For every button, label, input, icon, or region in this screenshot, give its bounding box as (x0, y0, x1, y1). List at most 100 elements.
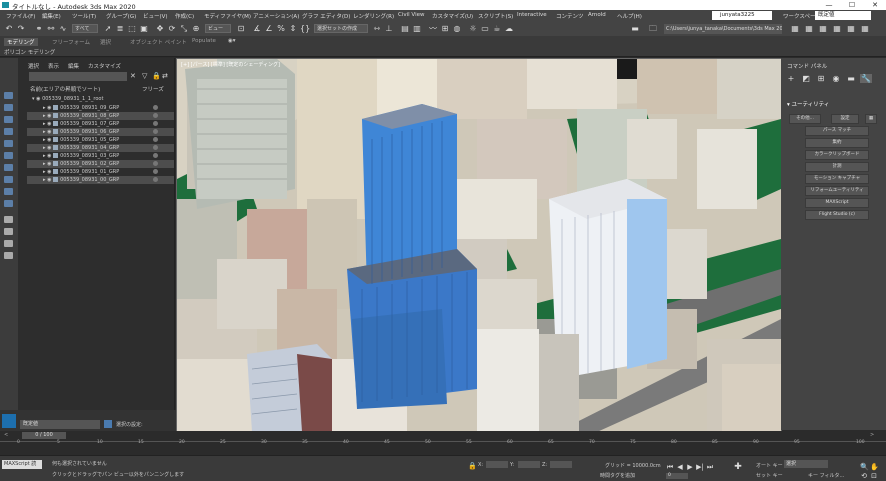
menu-edit[interactable]: 編集(E) (42, 12, 61, 20)
display-helpers-icon[interactable] (4, 152, 13, 159)
collapse-button[interactable]: 集約 (805, 138, 869, 148)
user-account-button[interactable]: junyata3225 (712, 11, 772, 20)
material-editor-icon[interactable]: ◍ (452, 24, 462, 34)
key-mode-dropdown[interactable]: 選択 (784, 460, 828, 468)
pivot-icon[interactable]: ⊡ (236, 24, 246, 34)
select-region-icon[interactable]: ⬚ (127, 24, 137, 34)
schematic-icon[interactable]: ⊞ (440, 24, 450, 34)
isolate-icon[interactable]: 🔒 (468, 462, 477, 470)
project-path[interactable]: C:\Users\junya_tanaka\Documents\3ds Max … (664, 24, 782, 34)
display-lights-icon[interactable] (4, 128, 13, 135)
tree-row[interactable]: ▸ ◉ 005339_08931_04_GRP (27, 144, 174, 152)
display-cameras-icon[interactable] (4, 140, 13, 147)
layer-toggle-icon[interactable] (104, 420, 112, 428)
ws-icon-1[interactable]: ▦ (790, 24, 800, 34)
ribbon-tab-object-paint[interactable]: オブジェクト ペイント (130, 38, 187, 46)
tree-row[interactable]: ▸ ◉ 005339_08931_06_GRP (27, 128, 174, 136)
snap-angle-icon[interactable]: ∠ (264, 24, 274, 34)
measure-button[interactable]: 計測 (805, 162, 869, 172)
display-geometry-icon[interactable] (4, 104, 13, 111)
next-frame-icon[interactable]: ▶| (696, 463, 704, 471)
display-bones-icon[interactable] (4, 200, 13, 207)
ribbon-tab-freeform[interactable]: フリーフォーム (52, 38, 90, 46)
menu-arnold[interactable]: Arnold (588, 12, 606, 18)
selection-filter-dropdown[interactable]: すべて (72, 24, 98, 33)
mirror-icon[interactable]: ⇿ (372, 24, 382, 34)
tree-row[interactable]: ▸ ◉ 005339_08931_01_GRP (27, 168, 174, 176)
menu-animation[interactable]: アニメーション(A) (253, 12, 299, 20)
tree-row[interactable]: ▸ ◉ 005339_08931_05_GRP (27, 136, 174, 144)
maxscript-button[interactable]: MAXScript (805, 198, 869, 208)
funnel-icon[interactable] (4, 240, 13, 247)
z-coordinate-field[interactable] (550, 461, 572, 468)
ws-icon-5[interactable]: ▦ (846, 24, 856, 34)
scale-icon[interactable]: ⤡ (179, 24, 189, 34)
redo-icon[interactable]: ↷ (16, 24, 26, 34)
explorer-toggle-icon[interactable]: ▽ (142, 72, 147, 80)
nav-maximize-icon[interactable]: ⊡ (870, 472, 878, 480)
sync-icon[interactable]: ⇄ (162, 72, 168, 80)
close-button[interactable]: ✕ (864, 0, 886, 10)
nav-pan-icon[interactable]: ✋ (870, 463, 879, 471)
menu-modifiers[interactable]: モディファイヤ(M) (204, 12, 251, 20)
time-slider[interactable]: 0 / 100 (22, 432, 66, 439)
minimize-button[interactable]: — (818, 0, 840, 10)
explorer-menu-edit[interactable]: 編集 (68, 62, 79, 70)
display-groups-icon[interactable] (4, 176, 13, 183)
menu-rendering[interactable]: レンダリング(R) (353, 12, 394, 20)
go-to-start-icon[interactable]: ⏮ (666, 463, 674, 471)
unlink-icon[interactable]: ⚯ (46, 24, 56, 34)
render-icon[interactable]: ☕ (492, 24, 502, 34)
menu-graph-editors[interactable]: グラフ エディタ(D) (302, 12, 350, 20)
nav-orbit-icon[interactable]: ⟲ (860, 472, 868, 480)
more-button[interactable]: その他... (789, 114, 821, 124)
rendered-frame-icon[interactable]: ▭ (480, 24, 490, 34)
options-icon[interactable] (4, 252, 13, 259)
motion-tab-icon[interactable]: ◉ (830, 74, 842, 83)
color-clipboard-button[interactable]: カラークリップボード (805, 150, 869, 160)
tree-row[interactable]: ▸ ◉ 005339_08931_09_GRP (27, 104, 174, 112)
rotate-icon[interactable]: ⟳ (167, 24, 177, 34)
undo-icon[interactable]: ↶ (4, 24, 14, 34)
maxscript-listener[interactable]: MAXScript 読 (2, 460, 42, 469)
menu-tools[interactable]: ツール(T) (72, 12, 96, 20)
display-tab-icon[interactable]: ▬ (845, 74, 857, 83)
placement-icon[interactable]: ⊕ (191, 24, 201, 34)
menu-interactive[interactable]: Interactive (517, 12, 547, 18)
tree-row[interactable]: ▸ ◉ 005339_08931_03_GRP (27, 152, 174, 160)
named-selection-set-dropdown[interactable]: 選択セットの作成 (314, 24, 368, 33)
column-name-header[interactable]: 名前(エリアの昇順でソート) (30, 85, 100, 93)
align-icon[interactable]: ⊥ (384, 24, 394, 34)
ws-icon-3[interactable]: ▦ (818, 24, 828, 34)
ribbon-options-icon[interactable]: ◉▾ (228, 38, 236, 44)
link-icon[interactable]: ⚭ (34, 24, 44, 34)
tree-root[interactable]: ▾ ◉ 005339_08931_1_1_root (32, 95, 179, 103)
perspective-match-button[interactable]: パース マッチ (805, 126, 869, 136)
tree-row[interactable]: ▸ ◉ 005339_08931_08_GRP (27, 112, 174, 120)
curve-editor-icon[interactable]: 〰 (428, 24, 438, 34)
layer-dropdown[interactable]: 既定値 (20, 420, 100, 429)
snap-spinner-icon[interactable]: ⇕ (288, 24, 298, 34)
select-by-name-icon[interactable]: ≣ (115, 24, 125, 34)
display-xrefs-icon[interactable] (4, 188, 13, 195)
menu-create[interactable]: 作成(C) (175, 12, 194, 20)
menu-civil-view[interactable]: Civil View (398, 12, 424, 18)
find-icon[interactable] (4, 228, 13, 235)
hierarchy-tab-icon[interactable]: ⊞ (815, 74, 827, 83)
ribbon-sub-label[interactable]: ポリゴン モデリング (4, 48, 55, 56)
reference-coordinate-dropdown[interactable]: ビュー (205, 24, 231, 33)
menu-content[interactable]: コンテンツ (556, 12, 584, 20)
current-frame-field[interactable]: 0 (666, 473, 688, 479)
move-icon[interactable]: ✥ (155, 24, 165, 34)
menu-file[interactable]: ファイル(F) (6, 12, 35, 20)
clear-search-icon[interactable]: ✕ (130, 72, 136, 80)
utilities-tab-icon[interactable]: 🔧 (860, 74, 872, 83)
project-folder-icon[interactable]: ▬ (630, 24, 640, 34)
snap-3d-icon[interactable]: ∡ (252, 24, 262, 34)
go-to-end-icon[interactable]: ⏭ (706, 463, 714, 471)
rollout-utilities[interactable]: ▾ ユーティリティ (787, 100, 829, 108)
ws-icon-6[interactable]: ▦ (860, 24, 870, 34)
add-time-tag[interactable]: 時間タグを追加 (600, 472, 635, 479)
play-icon[interactable]: ▶ (686, 463, 694, 471)
tree-row[interactable]: ▸ ◉ 005339_08931_02_GRP (27, 160, 174, 168)
